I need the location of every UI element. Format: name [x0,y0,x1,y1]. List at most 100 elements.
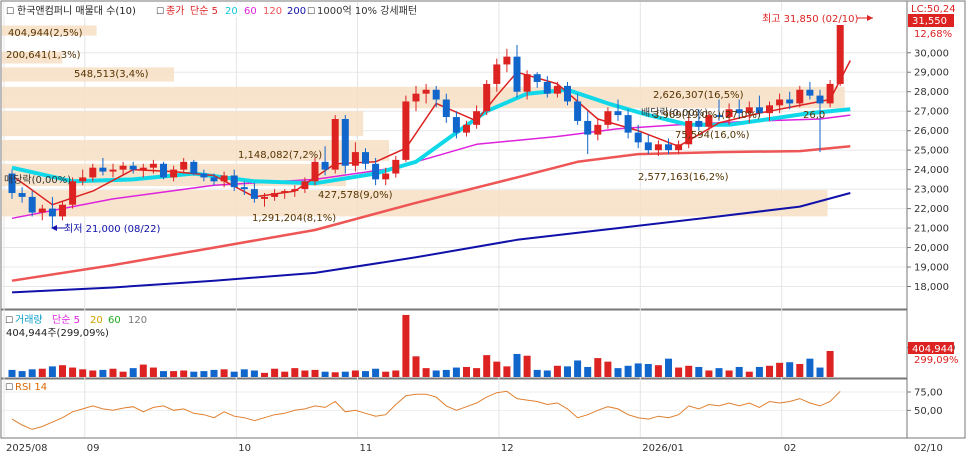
volume-bar [432,370,440,377]
legend-checkbox[interactable]: ☐ [307,7,315,17]
volume-bar [301,370,309,377]
profile-overlap-label: 3,969(19,0%)(27,0%) [653,110,761,121]
volume-bar [533,369,541,377]
volume-bar [584,366,592,377]
candle-up [38,208,46,213]
volume-bar [725,370,733,377]
legend-ma5: 단순 5 [190,5,218,17]
volume-bar [341,371,349,377]
candle-up [119,165,127,170]
legend-title[interactable]: 한국앤컴퍼니 매물대 수(10) [17,5,136,17]
candle-up [149,163,157,168]
x-tick-label: 2026/01 [642,443,684,454]
rsi-legend-title[interactable]: RSI 14 [15,382,47,393]
volume-badge-text: 404,944 [912,344,953,355]
profile-overlap-label: 75,594(16,0%) [675,130,750,141]
volume-bar [493,361,501,377]
candle-up [776,99,784,106]
legend-close: 종가 [166,5,184,17]
volume-bar [210,369,218,377]
candle-down [533,74,541,82]
volume-profile-label: 2,577,163(16,2%) [638,172,729,183]
candle-up [261,196,268,199]
volume-bar [685,365,693,377]
legend-checkbox[interactable]: ☐ [6,7,14,17]
candle-down [240,187,248,190]
candle-down [634,132,642,143]
volume-profile-label: 2,626,307(16,5%) [653,90,744,101]
x-tick-label: 11 [360,443,373,454]
price-tick-label: 19,000 [914,263,949,274]
volume-bar [806,358,814,377]
candle-up [553,85,561,94]
legend-ma60: 60 [244,6,257,17]
volume-bar [372,368,380,377]
volume-bar [442,369,450,377]
volume-bar [614,368,622,377]
ex-dividend-label: 매당락(0,00%) [4,174,71,186]
volume-bar [513,353,521,377]
candle-down [200,173,208,178]
candle-down [564,85,571,102]
candle-down [28,196,36,213]
candle-down [816,95,824,104]
price-badge-text: 31,550 [912,16,947,27]
candle-down [362,152,369,164]
candle-up [301,181,309,190]
volume-bar [422,368,430,377]
volume-bar [826,351,834,377]
candle-down [18,193,26,197]
candle-up [796,89,804,104]
volume-bar [634,363,642,377]
volume-bar [48,366,56,377]
volume-bar [452,367,460,377]
volume-bar [382,371,390,377]
volume-bar [675,367,683,377]
volume-bar [362,371,369,377]
volume-bar [705,370,713,377]
candle-down [129,165,137,170]
candle-down [341,118,349,166]
volume-bar [79,369,87,377]
volume-bar [28,369,36,377]
volume-legend-title[interactable]: 거래량 [15,314,43,326]
candle-up [109,169,117,172]
x-tick-label: 12 [501,443,514,454]
volume-profile-band [2,140,389,161]
volume-bar [543,370,551,377]
volume-bar [18,371,26,377]
x-tick-label: 10 [238,443,251,454]
candle-up [139,167,147,170]
volume-legend-ma60: 60 [108,315,121,326]
volume-bar [69,367,77,377]
candle-up [79,177,87,182]
volume-bar [240,369,248,377]
price-tick-label: 28,000 [914,87,949,98]
x-tick-label: 09 [87,443,100,454]
volume-bar [271,368,279,377]
legend-checkbox[interactable]: ☐ [5,383,13,393]
volume-bar [665,358,672,377]
candle-up [220,175,228,182]
volume-bar [776,362,784,377]
volume-legend-sub: 404,944주(299,09%) [6,328,109,339]
volume-bar [109,368,117,377]
candle-down [543,81,551,94]
candle-up [170,169,178,178]
candle-up [311,161,319,182]
volume-pct-badge: 299,09% [914,355,959,366]
rsi-legend: ☐ RSI 14 [5,382,47,393]
low-annotation: 최저 21,000 (08/22) [64,223,160,235]
legend-checkbox[interactable]: ☐ [156,7,164,17]
volume-bar [170,371,178,377]
candle-up [271,193,279,197]
volume-bar [624,365,632,377]
candle-up [604,111,612,125]
price-tick-label: 20,000 [914,243,949,254]
legend-ma20: 20 [225,6,238,17]
price-tick-label: 24,000 [914,165,949,176]
volume-bar [564,366,571,377]
candle-down [452,117,460,133]
price-tick-label: 25,000 [914,146,949,157]
legend-checkbox[interactable]: ☐ [5,316,13,326]
